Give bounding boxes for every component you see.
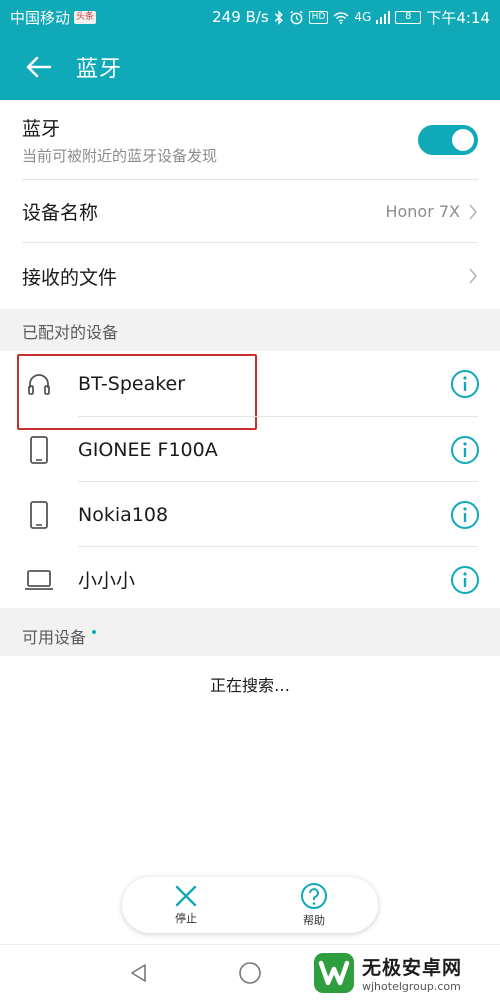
carrier-group: 中国移动 头条 [10,7,97,28]
battery-icon: 8 [395,10,422,24]
phone-icon [24,500,54,530]
bluetooth-status-icon [274,9,283,25]
hd-badge: HD [308,10,329,24]
navigation-bar: 无极安卓网 wjhotelgroup.com [0,944,500,1000]
app-bar: 蓝牙 [0,34,500,100]
laptop-icon [24,565,54,595]
help-label: 帮助 [303,914,325,927]
paired-section-title: 已配对的设备 [22,323,119,342]
bluetooth-toggle-row[interactable]: 蓝牙 当前可被附近的蓝牙设备发现 [0,100,500,180]
scanning-dot [92,630,97,634]
paired-device-row[interactable]: GIONEE F100A [0,417,500,482]
device-name: 小小小 [78,570,136,592]
device-name: Nokia108 [78,503,169,526]
bluetooth-label: 蓝牙 [22,118,61,140]
nav-home-button[interactable] [235,958,265,988]
info-icon[interactable] [450,500,480,530]
info-icon[interactable] [450,565,480,595]
bluetooth-switch[interactable] [418,125,478,155]
watermark-logo-icon [314,953,354,993]
close-icon [175,885,197,907]
arrow-left-icon [26,56,51,78]
news-badge: 头条 [74,10,97,24]
paired-section-header: 已配对的设备 [0,309,500,351]
available-section-title: 可用设备 [22,628,87,647]
watermark: 无极安卓网 wjhotelgroup.com [312,945,500,1000]
action-bar: 停止 帮助 [122,877,378,933]
nav-back-button[interactable] [124,958,154,988]
paired-device-row[interactable]: Nokia108 [0,482,500,547]
status-time: 下午4:14 [426,8,490,27]
available-section-header: 可用设备 [0,608,500,656]
alarm-icon [290,10,303,24]
help-icon [301,883,327,909]
watermark-brand: 无极安卓网 [362,957,463,979]
circle-home-icon [239,962,261,984]
stop-label: 停止 [175,912,197,925]
status-bar: 中国移动 头条 249 B/s HD 4G 8 下午4:14 [0,0,500,34]
signal-icon [376,10,391,24]
device-name-label: 设备名称 [22,202,99,224]
back-button[interactable] [0,34,76,100]
info-icon[interactable] [450,369,480,399]
watermark-texts: 无极安卓网 wjhotelgroup.com [362,953,462,993]
bluetooth-subtitle: 当前可被附近的蓝牙设备发现 [22,147,218,165]
searching-status: 正在搜索… [209,676,290,695]
info-icon[interactable] [450,435,480,465]
received-files-label: 接收的文件 [22,266,118,289]
bluetooth-texts: 蓝牙 当前可被附近的蓝牙设备发现 [22,114,217,166]
paired-device-row[interactable]: 小小小 [0,547,500,612]
carrier-name: 中国移动 [10,8,71,27]
chevron-right-icon [469,203,478,220]
triangle-back-icon [131,964,146,982]
network-speed: 249 B/s [212,8,269,26]
network-type: 4G [354,10,372,24]
chevron-right-icon [469,268,478,284]
phone-icon [24,435,54,465]
device-name: GIONEE F100A [78,438,218,461]
device-name-value: Honor 7X [385,202,460,221]
device-name-row[interactable]: 设备名称 Honor 7X [0,180,500,243]
help-button[interactable]: 帮助 [250,877,378,933]
stop-button[interactable]: 停止 [122,877,250,933]
status-right: 249 B/s HD 4G 8 下午4:14 [212,7,490,28]
page-title: 蓝牙 [76,57,123,82]
switch-knob [452,129,474,151]
wifi-icon [333,11,349,24]
received-files-row[interactable]: 接收的文件 [0,243,500,309]
watermark-url: wjhotelgroup.com [362,980,461,993]
